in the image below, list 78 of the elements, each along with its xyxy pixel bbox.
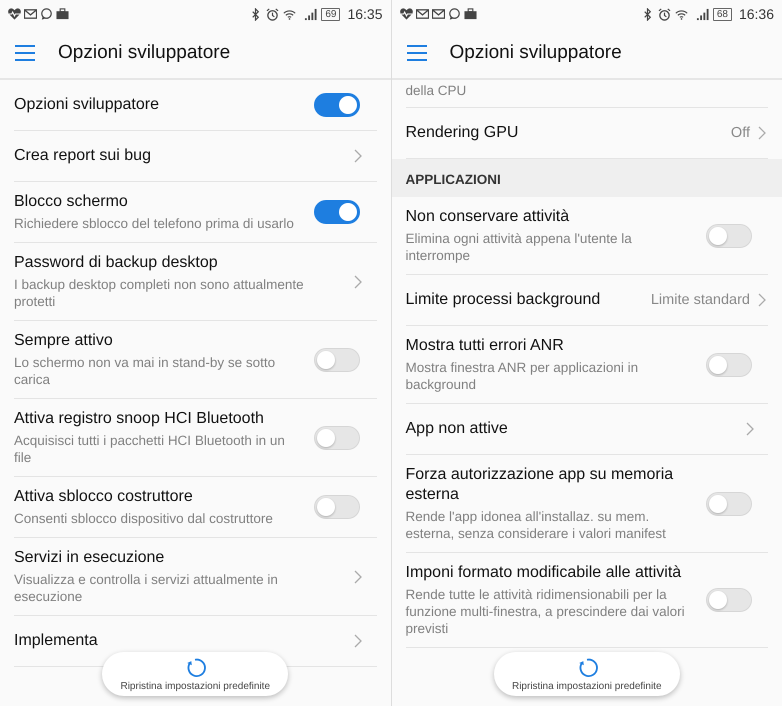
setting-row[interactable]: Crea report sui bug <box>14 131 376 182</box>
setting-title: Forza autorizzazione app su memoria esterna <box>406 465 674 505</box>
mail-icon <box>432 8 444 20</box>
signal-icon <box>304 8 318 20</box>
setting-row[interactable]: Opzioni sviluppatore <box>14 80 376 131</box>
toggle-switch[interactable] <box>314 93 360 117</box>
mail-icon <box>416 8 428 20</box>
setting-row[interactable]: Mostra tutti errori ANR Mostra finestra ANR per applicazioni in background <box>406 326 768 404</box>
setting-title: Rendering GPU <box>406 123 520 143</box>
setting-title: Imponi formato modificabile alle attività <box>406 563 682 583</box>
setting-description: Richiedere sblocco del telefono prima di usarlo <box>14 215 295 232</box>
setting-row[interactable]: Imponi formato modificabile alle attività Rende tutte le attività ridimensionabili per la funzione multi-finestra, a prescindere dai valori previsti <box>406 553 768 648</box>
mail-icon <box>24 8 37 20</box>
battery-level: 69 <box>321 8 340 20</box>
setting-description: I backup desktop completi non sono attualmente protetti <box>14 276 305 310</box>
battery-level: 68 <box>712 8 732 20</box>
wifi-icon <box>283 8 296 20</box>
chevron-right-icon <box>354 570 362 584</box>
chevron-right-icon <box>746 422 754 436</box>
briefcase-icon <box>56 8 69 20</box>
chevron-right-icon <box>758 126 766 140</box>
setting-row[interactable]: Attiva sblocco costruttore Consenti sblocco dispositivo dal costruttore <box>14 477 376 538</box>
setting-description: Acquisisci tutti i pacchetti HCI Bluetooth in un file <box>14 432 286 466</box>
setting-row[interactable]: Forza autorizzazione app su memoria esterna Rende l'app idonea all'installaz. su mem. esterna, senza considerare i valori manifest <box>406 455 768 553</box>
heart-rate-icon <box>8 8 21 20</box>
setting-value: Off <box>730 125 750 141</box>
screen-title: Opzioni sviluppatore <box>450 42 622 64</box>
chat-bubble-icon <box>448 8 460 20</box>
setting-row[interactable]: Servizi in esecuzione Visualizza e controlla i servizi attualmente in esecuzione <box>14 538 376 616</box>
setting-description: Visualizza e controlla i servizi attualmente in esecuzione <box>14 571 279 605</box>
setting-title: Mostra tutti errori ANR <box>406 336 565 356</box>
chevron-right-icon <box>758 293 766 307</box>
menu-icon[interactable] <box>406 45 428 61</box>
clock-time: 16:35 <box>347 6 382 22</box>
setting-row[interactable]: Blocco schermo Richiedere sblocco del telefono prima di usarlo <box>14 182 376 243</box>
setting-title: Attiva sblocco costruttore <box>14 487 194 507</box>
setting-description: Consenti sblocco dispositivo dal costruttore <box>14 510 274 527</box>
setting-row[interactable]: Password di backup desktop I backup desktop completi non sono attualmente protetti <box>14 243 376 321</box>
chevron-right-icon <box>354 274 362 288</box>
setting-description: Elimina ogni attività appena l'utente la interrompe <box>406 230 633 264</box>
setting-description: della CPU <box>406 82 466 99</box>
alarm-icon <box>266 8 280 20</box>
setting-title: Crea report sui bug <box>14 146 152 166</box>
screen-title: Opzioni sviluppatore <box>58 42 230 64</box>
setting-value: Limite standard <box>650 292 750 308</box>
toast-message: Ripristina impostazioni predefinite <box>120 680 270 692</box>
setting-title: Password di backup desktop <box>14 253 219 273</box>
signal-icon <box>696 8 709 20</box>
chat-bubble-icon <box>40 8 53 20</box>
setting-row[interactable]: Attiva registro snoop HCI Bluetooth Acquisisci tutti i pacchetti HCI Bluetooth in un file <box>14 399 376 477</box>
section-header: APPLICAZIONI <box>392 159 782 197</box>
setting-title: Implementa <box>14 631 99 651</box>
alarm-icon <box>658 8 671 20</box>
setting-title: Sempre attivo <box>14 331 114 351</box>
wifi-icon <box>674 8 688 20</box>
setting-description: Mostra finestra ANR per applicazioni in background <box>406 359 640 393</box>
setting-description: Lo schermo non va mai in stand-by se sotto carica <box>14 354 276 388</box>
chevron-right-icon <box>354 634 362 648</box>
heart-rate-icon <box>400 8 412 20</box>
setting-title: Limite processi background <box>406 290 602 310</box>
setting-title: Opzioni sviluppatore <box>14 95 160 115</box>
setting-title: Non conservare attività <box>406 207 570 227</box>
setting-row[interactable]: Limite processi background Limite standard <box>406 275 768 326</box>
toggle-switch[interactable] <box>314 200 360 224</box>
briefcase-icon <box>464 8 476 20</box>
setting-title: Blocco schermo <box>14 192 129 212</box>
clock-time: 16:36 <box>738 6 774 22</box>
chevron-right-icon <box>354 149 362 163</box>
menu-icon[interactable] <box>14 45 36 61</box>
setting-description: Rende l'app idonea all'installaz. su mem. esterna, senza considerare i valori manifest <box>406 508 667 542</box>
setting-row[interactable]: Non conservare attività Elimina ogni attività appena l'utente la interrompe <box>406 197 768 275</box>
setting-row[interactable]: Sempre attivo Lo schermo non va mai in stand-by se sotto carica <box>14 321 376 399</box>
setting-title: App non attive <box>406 419 509 439</box>
setting-title: Servizi in esecuzione <box>14 548 166 568</box>
setting-title: Attiva registro snoop HCI Bluetooth <box>14 409 265 429</box>
toast-message: Ripristina impostazioni predefinite <box>512 680 662 692</box>
setting-description: Rende tutte le attività ridimensionabili per la funzione multi-finestra, a prescindere dai valori previsti <box>406 586 686 637</box>
setting-row[interactable]: App non attive <box>406 404 768 455</box>
